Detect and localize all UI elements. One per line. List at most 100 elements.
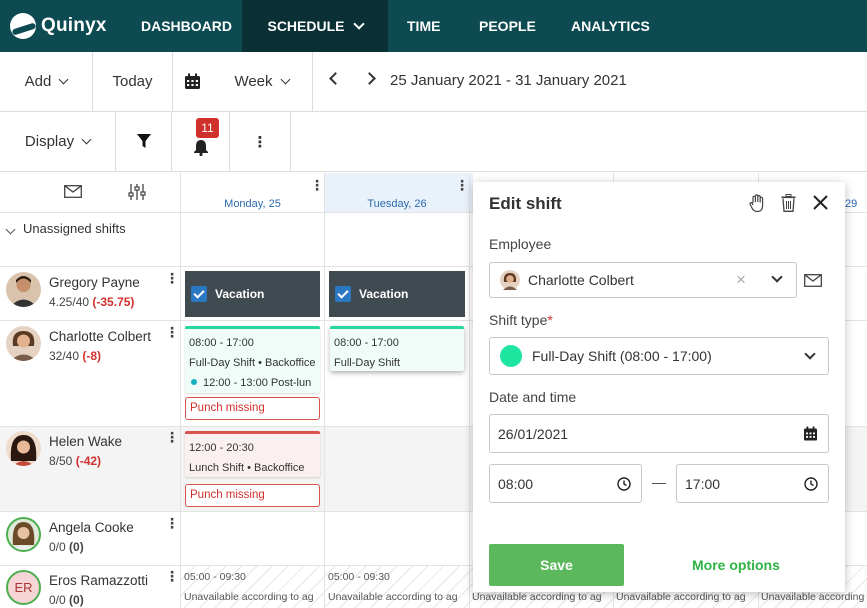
brand-name: Quinyx — [41, 15, 107, 36]
employee-hours: 32/40 (-8) — [49, 349, 102, 363]
vacation-label: Vacation — [215, 287, 265, 301]
nav-analytics[interactable]: ANALYTICS — [571, 0, 650, 52]
sliders-icon[interactable] — [128, 183, 146, 201]
display-button[interactable]: Display — [0, 112, 116, 171]
vacation-label: Vacation — [359, 287, 409, 301]
chevron-down-icon[interactable] — [804, 348, 816, 360]
start-time-value: 08:00 — [498, 475, 534, 492]
nav-time[interactable]: TIME — [407, 0, 440, 52]
avatar-initials: ER — [6, 570, 41, 605]
date-range: 25 January 2021 - 31 January 2021 — [390, 72, 627, 89]
day-menu-icon[interactable]: ⋮ — [455, 177, 469, 194]
clear-icon[interactable]: × — [736, 270, 746, 290]
day-header-monday[interactable]: Monday, 25 — [181, 173, 324, 213]
shift-type-value: Full-Day Shift (08:00 - 17:00) — [532, 348, 712, 364]
employee-name[interactable]: Eros Ramazzotti — [49, 573, 148, 588]
vacation-block[interactable]: Vacation — [329, 271, 465, 317]
calendar-icon[interactable] — [803, 426, 818, 441]
employee-name[interactable]: Gregory Payne — [49, 275, 140, 290]
shift-card[interactable]: 12:00 - 20:30 Lunch Shift • Backoffice — [185, 431, 320, 477]
employee-name[interactable]: Charlotte Colbert — [49, 329, 151, 344]
avatar — [6, 326, 41, 361]
edit-shift-panel: Edit shift Employee Charlotte Colbert × … — [473, 182, 845, 592]
shift-subtask: 12:00 - 13:00 Post-lun — [189, 373, 316, 393]
week-label: Week — [234, 73, 273, 90]
punch-missing-warning[interactable]: Punch missing — [185, 484, 320, 507]
display-label: Display — [24, 133, 75, 150]
today-button[interactable]: Today — [93, 52, 173, 111]
hand-icon[interactable] — [749, 194, 766, 213]
employee-name[interactable]: Helen Wake — [49, 434, 122, 449]
chevron-down-icon — [58, 74, 69, 85]
day-header-friday[interactable]: 29 — [845, 173, 867, 213]
date-input[interactable]: 26/01/2021 — [489, 414, 829, 453]
logo[interactable]: Quinyx — [0, 0, 135, 52]
checkbox-checked-icon — [191, 286, 207, 302]
day-menu-icon[interactable]: ⋮ — [310, 177, 324, 194]
schedule-toolbar: Add Today Week 25 January 2021 - 31 Janu… — [0, 52, 867, 112]
punch-missing-warning[interactable]: Punch missing — [185, 397, 320, 420]
date-time-label: Date and time — [489, 389, 577, 405]
shift-type: Full-Day Shift • Backoffice — [189, 357, 316, 369]
employee-menu-icon[interactable]: ⋮ — [165, 324, 179, 341]
filter-icon — [136, 134, 151, 148]
employee-menu-icon[interactable]: ⋮ — [165, 270, 179, 287]
day-header-tuesday[interactable]: Tuesday, 26 — [325, 173, 469, 213]
employee-avatar — [500, 270, 520, 290]
add-button[interactable]: Add — [0, 52, 93, 111]
time-range-dash: — — [652, 474, 666, 490]
nav-schedule[interactable]: SCHEDULE — [242, 0, 388, 52]
employee-value: Charlotte Colbert — [528, 272, 634, 288]
shift-type: Full-Day Shift — [334, 357, 401, 369]
employee-hours: 8/50 (-42) — [49, 454, 102, 468]
unavailable-time: 05:00 - 09:30 — [184, 571, 246, 583]
mail-icon[interactable] — [64, 185, 82, 198]
end-time-input[interactable]: 17:00 — [676, 464, 829, 503]
employee-menu-icon[interactable]: ⋮ — [165, 429, 179, 446]
more-menu-button[interactable]: ⋮ — [230, 112, 291, 171]
calendar-icon — [184, 73, 200, 89]
employee-hours: 0/0 (0) — [49, 593, 84, 607]
collapse-chevron-icon[interactable] — [5, 224, 16, 235]
nav-dashboard[interactable]: DASHBOARD — [141, 0, 232, 52]
shift-time: 12:00 - 20:30 — [189, 442, 254, 454]
shift-card-selected[interactable]: 08:00 - 17:00 Full-Day Shift — [330, 326, 464, 371]
employee-menu-icon[interactable]: ⋮ — [165, 568, 179, 585]
trash-icon[interactable] — [781, 194, 796, 212]
top-navigation: Quinyx DASHBOARD SCHEDULE TIME PEOPLE AN… — [0, 0, 867, 52]
more-options-button[interactable]: More options — [692, 557, 780, 573]
employee-select[interactable]: Charlotte Colbert × — [489, 262, 797, 298]
next-week-icon[interactable] — [363, 72, 376, 85]
start-time-input[interactable]: 08:00 — [489, 464, 642, 503]
mail-icon[interactable] — [804, 274, 822, 287]
display-toolbar: Display ⋮ — [0, 112, 867, 172]
employee-menu-icon[interactable]: ⋮ — [165, 515, 179, 532]
nav-schedule-label: SCHEDULE — [267, 18, 345, 34]
shift-card[interactable]: 08:00 - 17:00 Full-Day Shift • Backoffic… — [185, 326, 320, 393]
unassigned-shifts-label: Unassigned shifts — [23, 221, 126, 236]
kebab-icon: ⋮ — [252, 133, 268, 151]
chevron-down-icon — [280, 74, 290, 85]
previous-week-icon[interactable] — [329, 72, 342, 85]
week-view-select[interactable]: Week — [211, 52, 313, 111]
shift-time: 08:00 - 17:00 — [334, 337, 399, 349]
employee-hours: 0/0 (0) — [49, 540, 84, 554]
shift-type-select[interactable]: Full-Day Shift (08:00 - 17:00) — [489, 337, 829, 375]
nav-people[interactable]: PEOPLE — [479, 0, 536, 52]
save-button[interactable]: Save — [489, 544, 624, 586]
unavailable-reason: Unavailable according to ag — [184, 591, 314, 603]
employee-hours: 4.25/40 (-35.75) — [49, 295, 135, 309]
calendar-button[interactable] — [173, 52, 211, 111]
chevron-down-icon[interactable] — [771, 271, 783, 283]
chevron-down-icon — [81, 134, 92, 145]
chevron-down-icon — [352, 17, 365, 30]
employee-name[interactable]: Angela Cooke — [49, 520, 134, 535]
unavailable-reason: Unavailable according to ag — [761, 591, 867, 603]
filter-button[interactable] — [116, 112, 172, 171]
task-dot-icon — [191, 379, 197, 385]
close-icon[interactable] — [813, 195, 828, 210]
checkbox-checked-icon — [335, 286, 351, 302]
avatar — [6, 431, 41, 466]
vacation-block[interactable]: Vacation — [185, 271, 320, 317]
employee-label: Employee — [489, 236, 552, 252]
